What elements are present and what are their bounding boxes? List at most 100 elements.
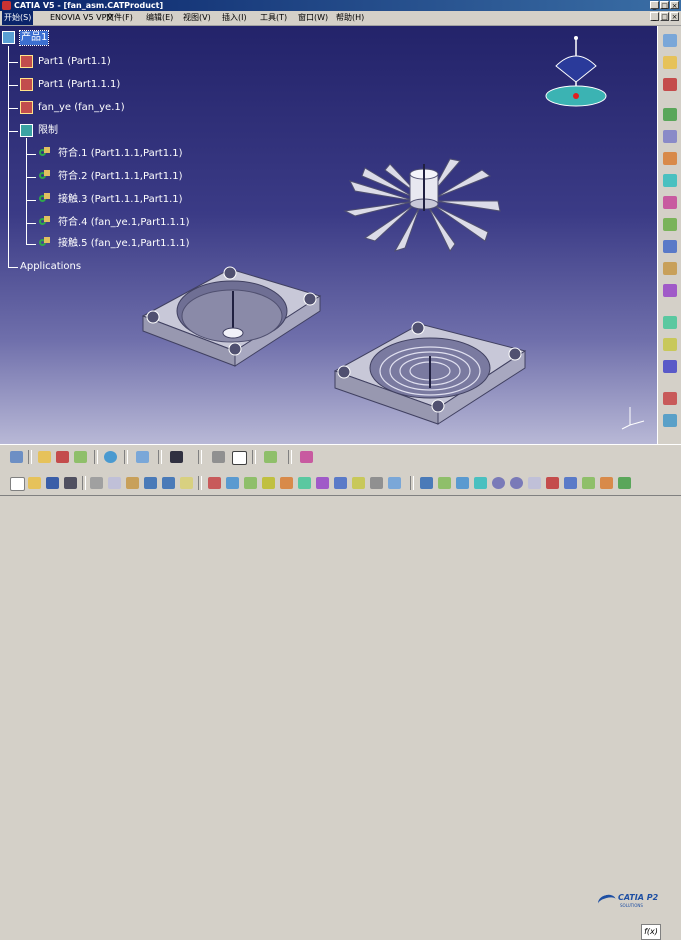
formula-button[interactable]: f(x) — [641, 924, 661, 940]
print-icon[interactable] — [64, 477, 77, 489]
hide-show-icon[interactable] — [600, 477, 613, 489]
symmetry-icon[interactable] — [352, 477, 365, 489]
snap-tool-icon[interactable] — [663, 78, 677, 91]
tree-item-part[interactable]: Part1 (Part1.1.1) — [38, 78, 120, 92]
graph-tree-icon[interactable] — [663, 262, 677, 275]
product-structure-icon[interactable] — [226, 477, 239, 489]
save-icon[interactable] — [46, 477, 59, 489]
zoom-in-icon[interactable] — [492, 477, 505, 489]
redo-icon[interactable] — [162, 477, 175, 489]
clash-icon[interactable] — [663, 316, 677, 329]
knowledge-icon[interactable] — [208, 477, 221, 489]
menu-view[interactable]: 视图(V) — [183, 11, 211, 25]
product-icon[interactable] — [2, 31, 15, 44]
explode-tool-icon[interactable] — [663, 130, 677, 143]
maximize-button[interactable]: □ — [660, 1, 669, 10]
update-icon[interactable] — [104, 451, 117, 463]
catia-app-icon[interactable] — [2, 1, 11, 10]
apply-material-icon[interactable] — [300, 451, 313, 463]
tree-item-constraint[interactable]: 接触.3 (Part1.1.1,Part1.1) — [58, 193, 183, 207]
tree-root-product[interactable]: 产品1 — [18, 30, 50, 46]
tree-item-constraint[interactable]: 接触.5 (fan_ye.1,Part1.1.1) — [58, 237, 189, 251]
tree-item-part[interactable]: Part1 (Part1.1) — [38, 55, 111, 69]
menu-enovia[interactable]: ENOVIA V5 VPM — [50, 11, 113, 25]
menu-start[interactable]: 开始(S) — [2, 11, 34, 25]
coincidence-constraint-icon[interactable] — [38, 147, 51, 160]
distance-icon[interactable] — [663, 360, 677, 373]
manipulate-tool-icon[interactable] — [663, 108, 677, 121]
housing-lower-model[interactable] — [330, 316, 535, 426]
multi-instantiation-icon[interactable] — [298, 477, 311, 489]
new-part-icon[interactable] — [663, 196, 677, 209]
generate-numbering-icon[interactable] — [244, 477, 257, 489]
contact-constraint-icon[interactable] — [38, 237, 51, 250]
doc-restore-button[interactable]: □ — [660, 12, 669, 21]
select-icon[interactable] — [10, 451, 23, 463]
coincidence-constraint-icon[interactable] — [38, 170, 51, 183]
new-file-icon[interactable] — [10, 477, 25, 491]
bom-icon[interactable] — [56, 451, 69, 463]
zoom-out-icon[interactable] — [510, 477, 523, 489]
stop-manipulate-icon[interactable] — [663, 152, 677, 165]
whats-this-icon[interactable] — [180, 477, 193, 489]
rotate-icon[interactable] — [474, 477, 487, 489]
part-icon[interactable] — [20, 55, 33, 68]
menu-window[interactable]: 窗口(W) — [298, 11, 328, 25]
measure-icon[interactable] — [663, 392, 677, 405]
fit-all-icon[interactable] — [438, 477, 451, 489]
publish-icon[interactable] — [264, 451, 277, 463]
tree-item-constraints[interactable]: 限制 — [38, 124, 58, 138]
snapshot-icon[interactable] — [136, 451, 149, 463]
pan-icon[interactable] — [456, 477, 469, 489]
minimize-button[interactable]: _ — [650, 1, 659, 10]
grid-icon[interactable] — [170, 451, 183, 463]
undo-icon[interactable] — [144, 477, 157, 489]
part-icon[interactable] — [20, 101, 33, 114]
create-multi-view-icon[interactable] — [546, 477, 559, 489]
inertia-icon[interactable] — [663, 414, 677, 427]
menu-tools[interactable]: 工具(T) — [260, 11, 287, 25]
close-button[interactable]: × — [670, 1, 679, 10]
fix-tool-icon[interactable] — [663, 56, 677, 69]
scene-icon[interactable] — [74, 451, 87, 463]
flexible-icon[interactable] — [370, 477, 383, 489]
constraints-folder-icon[interactable] — [20, 124, 33, 137]
compass-icon[interactable] — [540, 36, 620, 116]
part-icon[interactable] — [20, 78, 33, 91]
iso-view-icon[interactable] — [564, 477, 577, 489]
catalog-icon[interactable] — [38, 451, 51, 463]
manage-representations-icon[interactable] — [280, 477, 293, 489]
sectioning-icon[interactable] — [663, 338, 677, 351]
shading-icon[interactable] — [582, 477, 595, 489]
annotation-icon[interactable] — [212, 451, 225, 463]
copy-icon[interactable] — [108, 477, 121, 489]
doc-minimize-button[interactable]: _ — [650, 12, 659, 21]
open-file-icon[interactable] — [28, 477, 41, 489]
contact-constraint-icon[interactable] — [38, 193, 51, 206]
swap-visible-space-icon[interactable] — [618, 477, 631, 489]
tree-item-applications[interactable]: Applications — [20, 260, 81, 274]
fly-mode-icon[interactable] — [420, 477, 433, 489]
menu-help[interactable]: 帮助(H) — [336, 11, 364, 25]
tree-item-part[interactable]: fan_ye (fan_ye.1) — [38, 101, 125, 115]
coincidence-constraint-icon[interactable] — [38, 216, 51, 229]
new-product-icon[interactable] — [663, 218, 677, 231]
fan-blade-model[interactable] — [340, 156, 510, 256]
menu-edit[interactable]: 编辑(E) — [146, 11, 173, 25]
rigid-icon[interactable] — [388, 477, 401, 489]
replace-component-icon[interactable] — [663, 240, 677, 253]
existing-component-icon[interactable] — [663, 174, 677, 187]
text-icon[interactable] — [232, 451, 247, 465]
normal-view-icon[interactable] — [528, 477, 541, 489]
selective-load-icon[interactable] — [262, 477, 275, 489]
tree-item-constraint[interactable]: 符合.2 (Part1.1.1,Part1.1) — [58, 170, 183, 184]
fast-multi-instantiation-icon[interactable] — [316, 477, 329, 489]
3d-viewport[interactable]: 产品1 Part1 (Part1.1) Part1 (Part1.1.1) fa… — [0, 26, 657, 444]
reuse-pattern-icon[interactable] — [334, 477, 347, 489]
housing-upper-model[interactable] — [135, 261, 335, 371]
tree-item-constraint[interactable]: 符合.1 (Part1.1.1,Part1.1) — [58, 147, 183, 161]
doc-close-button[interactable]: × — [670, 12, 679, 21]
menu-insert[interactable]: 插入(I) — [222, 11, 247, 25]
tree-item-constraint[interactable]: 符合.4 (fan_ye.1,Part1.1.1) — [58, 216, 189, 230]
paste-icon[interactable] — [126, 477, 139, 489]
